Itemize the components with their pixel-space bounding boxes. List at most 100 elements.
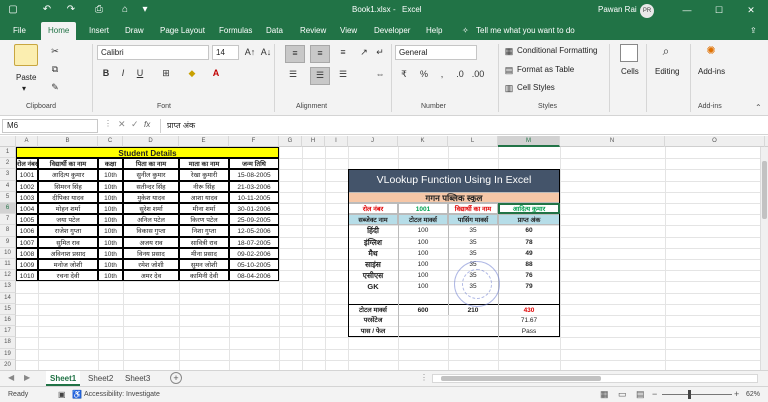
student-table-header[interactable]: रोल नंबर bbox=[16, 158, 38, 170]
student-table-header[interactable]: पिता का नाम bbox=[123, 158, 179, 170]
student-table-cell[interactable]: अविनाश प्रसाद bbox=[38, 247, 98, 259]
row-header[interactable]: 7 bbox=[0, 214, 16, 226]
enter-formula-icon[interactable]: ✓ bbox=[131, 119, 139, 130]
student-table-cell[interactable]: सुमित राव bbox=[38, 236, 98, 248]
increase-decimal-icon[interactable]: .0 bbox=[452, 67, 468, 81]
row-header[interactable]: 14 bbox=[0, 292, 16, 304]
row-header[interactable]: 1 bbox=[0, 147, 16, 159]
horizontal-scroll-thumb[interactable] bbox=[441, 376, 601, 381]
student-table-cell[interactable]: 1005 bbox=[16, 214, 38, 226]
row-header[interactable]: 9 bbox=[0, 236, 16, 248]
increase-font-icon[interactable]: A↑ bbox=[242, 45, 258, 59]
tab-review[interactable]: Review bbox=[298, 22, 328, 40]
tab-draw[interactable]: Draw bbox=[123, 22, 146, 40]
conditional-formatting-icon[interactable]: ▦ bbox=[501, 44, 517, 58]
student-table-cell[interactable]: 10th bbox=[98, 225, 123, 237]
orientation-icon[interactable]: ↗ bbox=[356, 45, 372, 59]
name-box[interactable]: M6 bbox=[2, 119, 98, 133]
student-table-cell[interactable]: सुरेश शर्मा bbox=[123, 203, 179, 215]
zoom-slider[interactable] bbox=[662, 390, 732, 399]
sheet-tab-sheet3[interactable]: Sheet3 bbox=[121, 371, 154, 386]
column-header[interactable]: E bbox=[179, 136, 229, 147]
student-table-cell[interactable]: जया पटेल bbox=[38, 214, 98, 226]
student-table-cell[interactable]: 12-05-2006 bbox=[229, 225, 279, 237]
cancel-formula-icon[interactable]: ✕ bbox=[118, 119, 126, 130]
student-table-cell[interactable]: 30-01-2006 bbox=[229, 203, 279, 215]
row-header[interactable]: 16 bbox=[0, 315, 16, 327]
student-table-cell[interactable]: 1001 bbox=[16, 169, 38, 181]
column-header[interactable]: F bbox=[229, 136, 279, 147]
top-align-icon[interactable]: ≡ bbox=[285, 45, 305, 63]
student-table-cell[interactable]: मुकेश यादव bbox=[123, 191, 179, 203]
student-table-cell[interactable]: सतीन्दर सिंह bbox=[123, 180, 179, 192]
student-table-cell[interactable]: दीपिका यादव bbox=[38, 191, 98, 203]
tab-formulas[interactable]: Formulas bbox=[217, 22, 254, 40]
accessibility-icon[interactable]: ♿ bbox=[72, 390, 82, 399]
font-size-box[interactable]: 14 bbox=[212, 45, 239, 60]
customize-toolbar-icon[interactable]: ▾ bbox=[138, 3, 152, 17]
student-table-cell[interactable]: 05-10-2005 bbox=[229, 259, 279, 271]
avatar[interactable]: PR bbox=[640, 4, 654, 18]
column-header[interactable]: L bbox=[448, 136, 498, 147]
addins-button[interactable]: Add-ins bbox=[698, 67, 725, 76]
row-header[interactable]: 11 bbox=[0, 259, 16, 271]
align-left-icon[interactable]: ☰ bbox=[285, 67, 301, 81]
tab-view[interactable]: View bbox=[338, 22, 359, 40]
bold-icon[interactable]: B bbox=[98, 66, 114, 80]
add-sheet-icon[interactable]: + bbox=[170, 372, 182, 384]
tab-options-icon[interactable]: ⋮ bbox=[420, 373, 428, 382]
column-header[interactable]: I bbox=[325, 136, 348, 147]
tab-file[interactable]: File bbox=[11, 22, 28, 40]
student-table-cell[interactable]: 10th bbox=[98, 180, 123, 192]
cells-button[interactable]: Cells bbox=[621, 67, 639, 76]
tab-data[interactable]: Data bbox=[264, 22, 285, 40]
italic-icon[interactable]: I bbox=[115, 66, 131, 80]
row-header[interactable]: 6 bbox=[0, 203, 16, 215]
student-table-cell[interactable]: विकास गुप्ता bbox=[123, 225, 179, 237]
select-all-corner[interactable] bbox=[0, 136, 16, 147]
next-sheet-icon[interactable]: ▶ bbox=[24, 373, 30, 382]
underline-icon[interactable]: U bbox=[132, 66, 148, 80]
student-table-cell[interactable]: 21-03-2006 bbox=[229, 180, 279, 192]
student-table-cell[interactable]: अनिल पटेल bbox=[123, 214, 179, 226]
student-table-header[interactable]: माता का नाम bbox=[179, 158, 229, 170]
row-header[interactable]: 18 bbox=[0, 337, 16, 349]
zoom-level[interactable]: 62% bbox=[746, 391, 760, 398]
row-header[interactable]: 8 bbox=[0, 225, 16, 237]
cell-styles-button[interactable]: Cell Styles bbox=[517, 83, 555, 92]
row-header[interactable]: 5 bbox=[0, 191, 16, 203]
student-table-cell[interactable]: निशा गुप्ता bbox=[179, 225, 229, 237]
selected-cell-outline[interactable] bbox=[498, 203, 560, 215]
student-table-cell[interactable]: आदित्य कुमार bbox=[38, 169, 98, 181]
student-table-cell[interactable]: राजेश गुप्ता bbox=[38, 225, 98, 237]
row-header[interactable]: 13 bbox=[0, 281, 16, 293]
student-table-cell[interactable]: सिमरन सिंह bbox=[38, 180, 98, 192]
currency-icon[interactable]: ₹ bbox=[396, 67, 412, 81]
sheet-tab-sheet2[interactable]: Sheet2 bbox=[84, 371, 117, 386]
comma-icon[interactable]: , bbox=[434, 67, 450, 81]
page-break-view-icon[interactable]: ▤ bbox=[636, 389, 645, 400]
row-header[interactable]: 10 bbox=[0, 247, 16, 259]
user-name[interactable]: Pawan Rai bbox=[598, 5, 637, 14]
fill-color-icon[interactable]: ◆ bbox=[184, 66, 200, 80]
cut-icon[interactable]: ✂ bbox=[47, 44, 63, 58]
paste-dropdown-icon[interactable]: ▾ bbox=[22, 84, 26, 93]
accessibility-status[interactable]: Accessibility: Investigate bbox=[84, 391, 160, 398]
vertical-scrollbar[interactable] bbox=[760, 147, 768, 370]
student-table-cell[interactable]: 25-09-2005 bbox=[229, 214, 279, 226]
student-table-cell[interactable]: 1003 bbox=[16, 191, 38, 203]
percent-icon[interactable]: % bbox=[416, 67, 432, 81]
column-header[interactable]: H bbox=[302, 136, 325, 147]
student-table-cell[interactable]: अमर देव bbox=[123, 270, 179, 282]
student-table-cell[interactable]: मनोज जोशी bbox=[38, 259, 98, 271]
column-header[interactable]: M bbox=[498, 136, 560, 147]
tab-home[interactable]: Home bbox=[41, 22, 77, 40]
align-right-icon[interactable]: ☰ bbox=[335, 67, 351, 81]
row-header[interactable]: 4 bbox=[0, 180, 16, 192]
zoom-in-icon[interactable]: + bbox=[734, 389, 739, 399]
zoom-out-icon[interactable]: − bbox=[652, 389, 657, 399]
tab-insert[interactable]: Insert bbox=[87, 22, 111, 40]
student-table-cell[interactable]: 15-08-2005 bbox=[229, 169, 279, 181]
redo-icon[interactable]: ↷ bbox=[64, 3, 78, 17]
bottom-align-icon[interactable]: ≡ bbox=[335, 45, 351, 59]
